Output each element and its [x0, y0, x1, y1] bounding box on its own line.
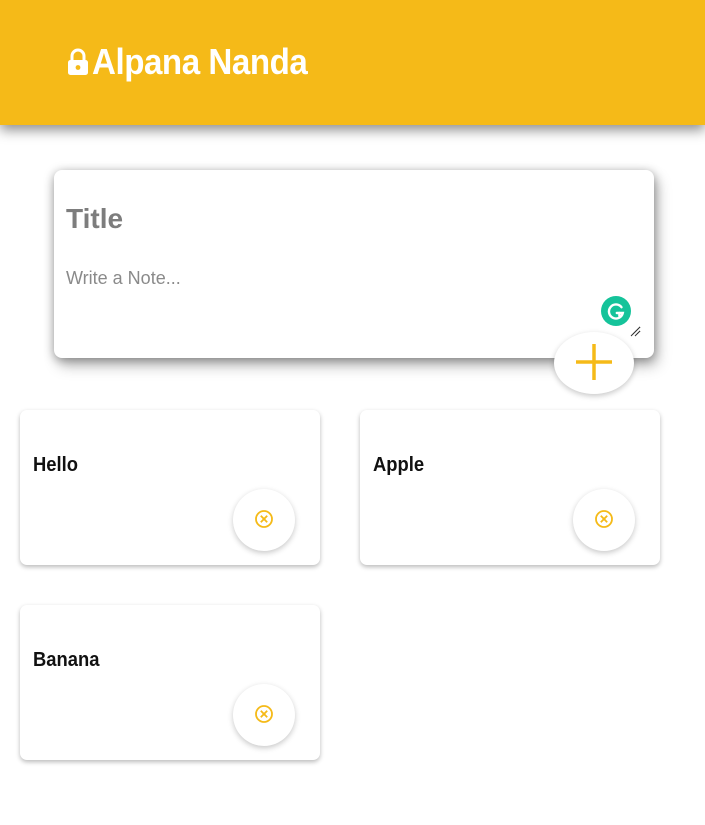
brand: Alpana Nanda — [66, 40, 326, 84]
delete-circle-icon — [254, 704, 274, 727]
resize-grip-icon[interactable] — [630, 324, 641, 337]
grammarly-icon[interactable] — [601, 296, 631, 326]
note-title: Banana — [33, 649, 100, 671]
lock-icon — [66, 47, 90, 77]
plus-icon — [575, 343, 613, 384]
note-title: Hello — [33, 454, 78, 476]
note-content-input[interactable] — [66, 268, 641, 335]
delete-note-button[interactable] — [233, 684, 295, 746]
note-card: Hello — [20, 410, 320, 565]
note-card: Apple — [360, 410, 660, 565]
app-title: Alpana Nanda — [92, 41, 308, 82]
delete-note-button[interactable] — [573, 489, 635, 551]
note-title-input[interactable] — [66, 200, 626, 238]
add-note-button[interactable] — [554, 332, 634, 394]
note-card: Banana — [20, 605, 320, 760]
delete-circle-icon — [594, 509, 614, 532]
delete-note-button[interactable] — [233, 489, 295, 551]
note-title: Apple — [373, 454, 425, 476]
note-composer — [54, 170, 654, 358]
delete-circle-icon — [254, 509, 274, 532]
app-header: Alpana Nanda — [0, 0, 705, 125]
